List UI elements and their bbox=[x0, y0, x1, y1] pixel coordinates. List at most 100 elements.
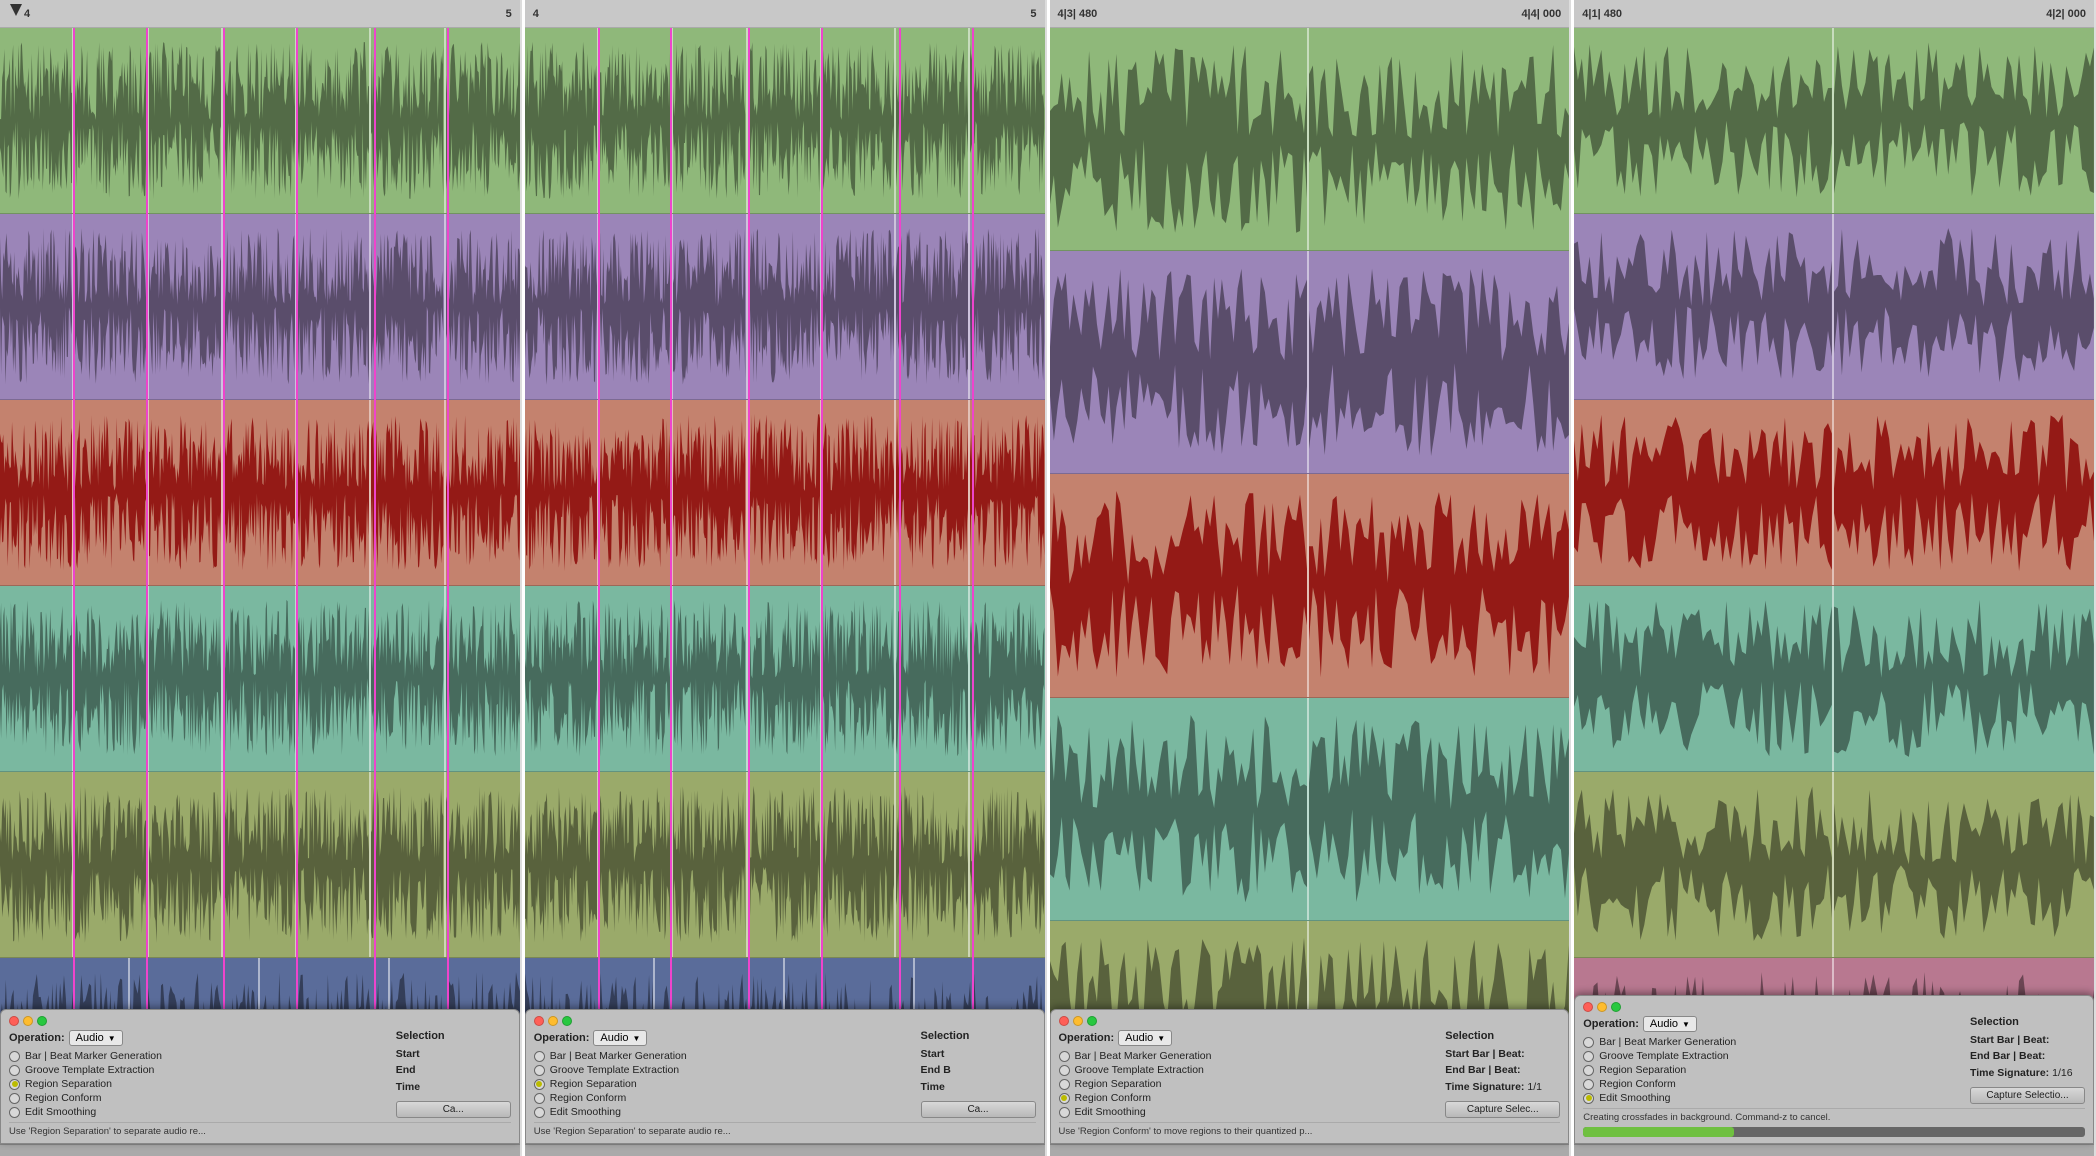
radio-item[interactable]: Bar | Beat Marker Generation bbox=[1583, 1036, 1964, 1048]
minimize-button[interactable] bbox=[1597, 1002, 1607, 1012]
waveform bbox=[297, 586, 369, 771]
waveform bbox=[822, 214, 894, 399]
waveform bbox=[149, 28, 221, 213]
region-segment bbox=[371, 400, 445, 585]
capture-selection-button[interactable]: Ca... bbox=[396, 1101, 511, 1118]
window-controls[interactable] bbox=[534, 1016, 572, 1026]
capture-selection-button[interactable]: Capture Selectio... bbox=[1970, 1087, 2085, 1104]
scrollbar[interactable] bbox=[1574, 1144, 2094, 1156]
radio-item[interactable]: Region Separation bbox=[9, 1078, 390, 1090]
scrollbar[interactable] bbox=[0, 1144, 520, 1156]
window-controls[interactable] bbox=[9, 1016, 47, 1026]
region-segment bbox=[1574, 772, 1834, 957]
radio-item[interactable]: Edit Smoothing bbox=[1059, 1106, 1440, 1118]
waveform bbox=[970, 400, 1044, 585]
waveform bbox=[525, 400, 597, 585]
radio-item[interactable]: Bar | Beat Marker Generation bbox=[9, 1050, 390, 1062]
region-segment bbox=[1574, 400, 1834, 585]
waveform bbox=[297, 214, 369, 399]
track bbox=[525, 28, 1045, 214]
waveform bbox=[525, 214, 597, 399]
radio-item[interactable]: Groove Template Extraction bbox=[9, 1064, 390, 1076]
radio-item[interactable]: Region Conform bbox=[534, 1092, 915, 1104]
window-controls[interactable] bbox=[1583, 1002, 1621, 1012]
radio-item[interactable]: Region Conform bbox=[9, 1092, 390, 1104]
selection-row-label: End bbox=[396, 1064, 416, 1076]
ruler-right-label: 4|2| 000 bbox=[2046, 8, 2086, 20]
track bbox=[0, 772, 520, 958]
radio-item[interactable]: Region Conform bbox=[1059, 1092, 1440, 1104]
radio-item[interactable]: Edit Smoothing bbox=[9, 1106, 390, 1118]
radio-item[interactable]: Region Separation bbox=[1059, 1078, 1440, 1090]
radio-item[interactable]: Groove Template Extraction bbox=[1583, 1050, 1964, 1062]
close-button[interactable] bbox=[9, 1016, 19, 1026]
region-segment bbox=[673, 400, 747, 585]
radio-circle bbox=[534, 1079, 545, 1090]
region-segment bbox=[74, 28, 148, 213]
minimize-button[interactable] bbox=[1073, 1016, 1083, 1026]
waveform bbox=[1050, 28, 1308, 250]
waveform bbox=[673, 214, 745, 399]
scrollbar[interactable] bbox=[1050, 1144, 1570, 1156]
waveform bbox=[896, 586, 968, 771]
radio-label: Bar | Beat Marker Generation bbox=[550, 1050, 687, 1062]
close-button[interactable] bbox=[1583, 1002, 1593, 1012]
operation-select[interactable]: Audio▼ bbox=[1643, 1016, 1697, 1032]
radio-item[interactable]: Edit Smoothing bbox=[534, 1106, 915, 1118]
waveform bbox=[748, 586, 820, 771]
waveform bbox=[822, 586, 894, 771]
region-segment bbox=[223, 772, 297, 957]
waveform bbox=[223, 400, 295, 585]
selection-row-value: 1/16 bbox=[2052, 1067, 2072, 1079]
capture-selection-button[interactable]: Capture Selec... bbox=[1445, 1101, 1560, 1118]
selection-line bbox=[374, 28, 376, 1144]
region-segment bbox=[822, 772, 896, 957]
radio-item[interactable]: Region Separation bbox=[1583, 1064, 1964, 1076]
region-segment bbox=[970, 214, 1044, 399]
selection-row: Time bbox=[396, 1081, 511, 1093]
waveform bbox=[371, 28, 443, 213]
region-segment bbox=[599, 586, 673, 771]
region-segment bbox=[0, 214, 74, 399]
track bbox=[525, 586, 1045, 772]
ruler-right-label: 4|4| 000 bbox=[1521, 8, 1561, 20]
radio-item[interactable]: Bar | Beat Marker Generation bbox=[1059, 1050, 1440, 1062]
window-controls[interactable] bbox=[1059, 1016, 1097, 1026]
radio-label: Edit Smoothing bbox=[1075, 1106, 1146, 1118]
maximize-button[interactable] bbox=[1087, 1016, 1097, 1026]
radio-circle bbox=[9, 1093, 20, 1104]
waveform bbox=[822, 28, 894, 213]
radio-item[interactable]: Groove Template Extraction bbox=[1059, 1064, 1440, 1076]
operation-select[interactable]: Audio▼ bbox=[593, 1030, 647, 1046]
radio-item[interactable]: Bar | Beat Marker Generation bbox=[534, 1050, 915, 1062]
scrollbar[interactable] bbox=[525, 1144, 1045, 1156]
region-segment bbox=[446, 214, 520, 399]
track bbox=[1574, 586, 2094, 772]
track bbox=[1574, 214, 2094, 400]
maximize-button[interactable] bbox=[562, 1016, 572, 1026]
minimize-button[interactable] bbox=[548, 1016, 558, 1026]
capture-selection-button[interactable]: Ca... bbox=[921, 1101, 1036, 1118]
radio-item[interactable]: Region Conform bbox=[1583, 1078, 1964, 1090]
operation-select[interactable]: Audio▼ bbox=[1118, 1030, 1172, 1046]
panel-2: 45Operation:Audio▼Bar | Beat Marker Gene… bbox=[525, 0, 1047, 1156]
waveform bbox=[297, 772, 369, 957]
close-button[interactable] bbox=[534, 1016, 544, 1026]
panel-4: 4|1| 4804|2| 000Operation:Audio▼Bar | Be… bbox=[1574, 0, 2096, 1156]
selection-row-label: End Bar | Beat: bbox=[1970, 1050, 2045, 1062]
close-button[interactable] bbox=[1059, 1016, 1069, 1026]
radio-item[interactable]: Edit Smoothing bbox=[1583, 1092, 1964, 1104]
maximize-button[interactable] bbox=[1611, 1002, 1621, 1012]
selection-line bbox=[146, 28, 148, 1144]
radio-item[interactable]: Groove Template Extraction bbox=[534, 1064, 915, 1076]
selection-row-label: Time bbox=[396, 1081, 420, 1093]
region-segment bbox=[673, 28, 747, 213]
maximize-button[interactable] bbox=[37, 1016, 47, 1026]
minimize-button[interactable] bbox=[23, 1016, 33, 1026]
track bbox=[1574, 28, 2094, 214]
radio-item[interactable]: Region Separation bbox=[534, 1078, 915, 1090]
waveform bbox=[1050, 251, 1308, 473]
selection-row: Start Bar | Beat: bbox=[1445, 1048, 1560, 1060]
radio-label: Groove Template Extraction bbox=[25, 1064, 154, 1076]
operation-select[interactable]: Audio▼ bbox=[69, 1030, 123, 1046]
